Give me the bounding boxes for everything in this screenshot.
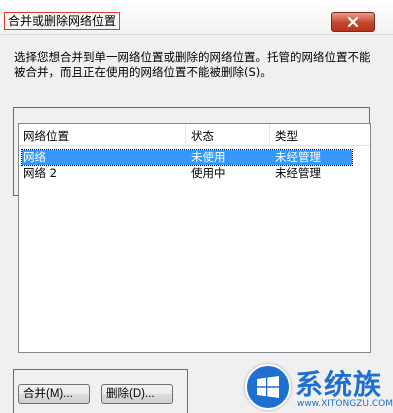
watermark-text: 系统族 — [295, 368, 383, 401]
row-type: 未经管理 — [275, 150, 321, 164]
title-bar: 合并或删除网络位置 — [0, 0, 393, 34]
delete-button[interactable]: 删除(D)... — [101, 384, 173, 404]
close-button[interactable] — [331, 12, 375, 32]
list-row[interactable]: 网络 未使用 未经管理 — [21, 149, 353, 166]
column-header-type[interactable]: 类型 — [275, 128, 298, 144]
column-header-status[interactable]: 状态 — [191, 128, 214, 144]
list-header: 网络位置 状态 类型 — [19, 124, 370, 146]
network-location-list[interactable]: 网络位置 状态 类型 网络 未使用 未经管理 网络 2 使用中 未经管理 — [18, 123, 371, 353]
windows-logo-icon — [257, 376, 279, 398]
column-divider[interactable] — [269, 124, 270, 146]
merge-button[interactable]: 合并(M)... — [18, 384, 90, 404]
row-network-name: 网络 2 — [23, 166, 57, 180]
instruction-text: 选择您想合并到单一网络位置或删除的网络位置。托管的网络位置不能被合并，而且正在使… — [14, 50, 371, 79]
row-type: 未经管理 — [275, 166, 321, 180]
watermark-logo — [245, 364, 291, 410]
column-divider[interactable] — [185, 124, 186, 146]
column-header-network-location[interactable]: 网络位置 — [23, 128, 69, 144]
site-watermark: 系统族 www.XITONGZU.COM — [245, 360, 393, 413]
list-row[interactable]: 网络 2 使用中 未经管理 — [22, 166, 352, 181]
merge-delete-network-dialog: 合并或删除网络位置 选择您想合并到单一网络位置或删除的网络位置。托管的网络位置不… — [0, 0, 393, 413]
close-icon — [347, 16, 359, 28]
row-network-name: 网络 — [23, 150, 46, 164]
window-title: 合并或删除网络位置 — [4, 12, 121, 30]
watermark-url: www.XITONGZU.COM — [297, 399, 393, 409]
row-status: 未使用 — [191, 150, 226, 164]
row-status: 使用中 — [191, 166, 226, 180]
